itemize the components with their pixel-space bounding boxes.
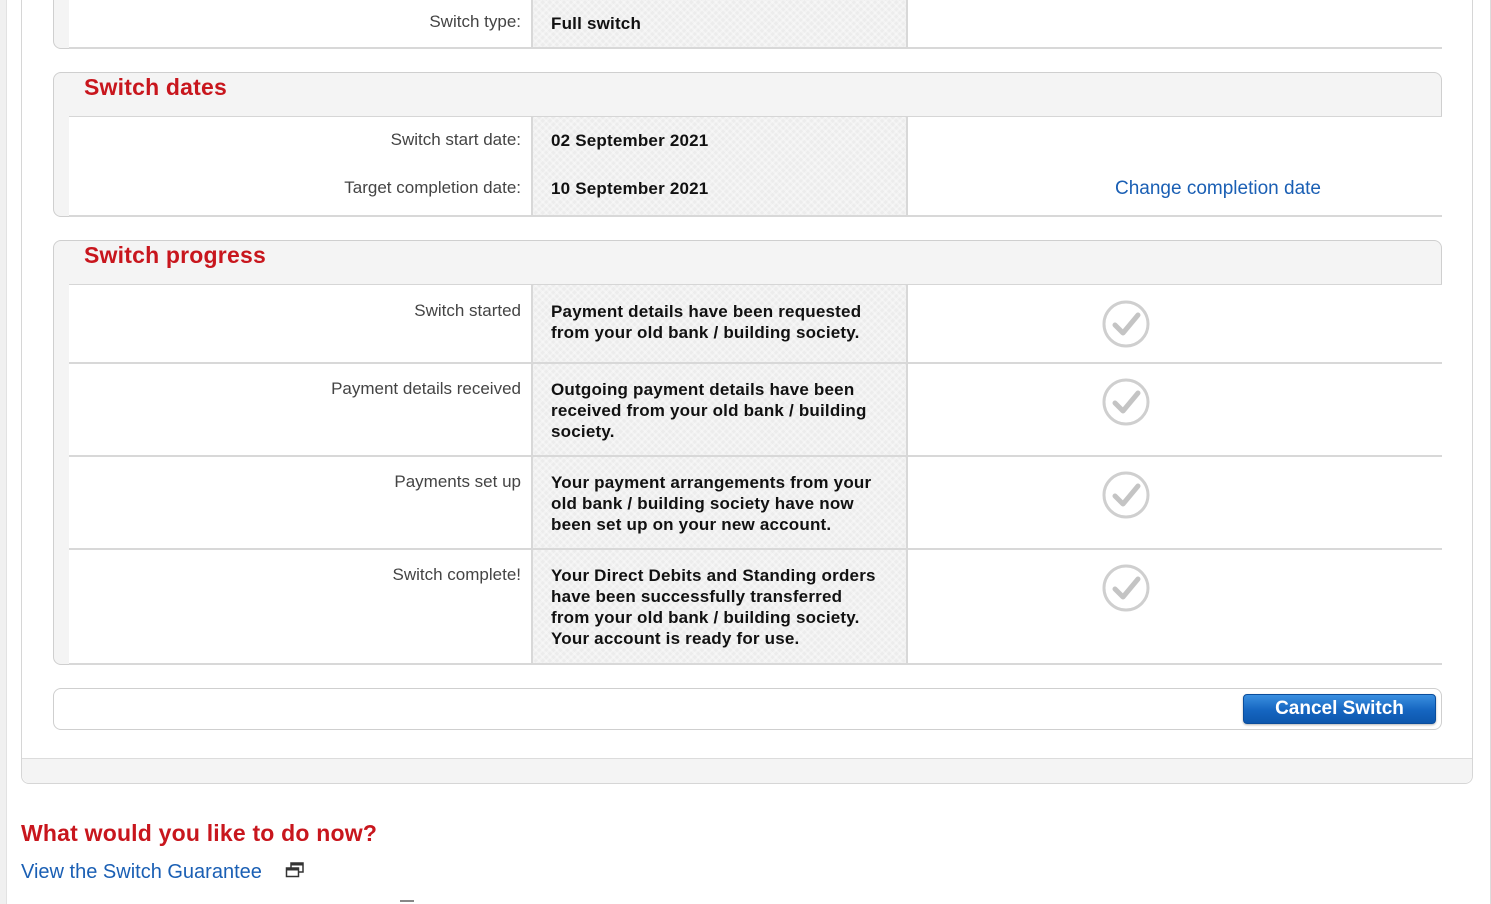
description-line: from your old bank / building society. xyxy=(551,323,860,342)
progress-step: Payment details received Outgoing paymen… xyxy=(69,364,1442,457)
progress-step-status xyxy=(908,457,1442,548)
progress-step-description: Payment details have been requested from… xyxy=(531,285,908,362)
progress-step: Switch complete! Your Direct Debits and … xyxy=(69,550,1442,665)
switch-type-row: Switch type: Full switch xyxy=(69,0,1442,49)
switch-progress-title: Switch progress xyxy=(84,242,266,268)
description-line: society. xyxy=(551,422,615,441)
progress-step-label: Payments set up xyxy=(394,472,521,491)
new-window-icon[interactable] xyxy=(285,862,305,878)
description-line: Your payment arrangements from your xyxy=(551,473,872,492)
description-line: been set up on your new account. xyxy=(551,515,832,534)
checkmark-circle-icon xyxy=(1102,300,1150,348)
progress-step-status xyxy=(908,550,1442,663)
switch-dates-extra: Change completion date xyxy=(908,117,1442,215)
progress-step: Payments set up Your payment arrangement… xyxy=(69,457,1442,550)
switch-dates-labels: Switch start date: Target completion dat… xyxy=(69,117,531,215)
description-line: Outgoing payment details have been xyxy=(551,380,855,399)
left-edge xyxy=(0,0,7,904)
switch-type-value: Full switch xyxy=(531,0,908,47)
switch-dates-row: Switch start date: Target completion dat… xyxy=(69,117,1442,217)
description-line: from your old bank / building society. xyxy=(551,608,860,627)
description-line: Your Direct Debits and Standing orders xyxy=(551,566,876,585)
switch-progress-body: Switch started Payment details have been… xyxy=(69,284,1442,665)
progress-step-label: Payment details received xyxy=(331,379,521,398)
progress-step-description: Your payment arrangements from your old … xyxy=(531,457,908,548)
description-line: have been successfully transferred xyxy=(551,587,843,606)
switch-progress-section: Switch progress Switch started Payment d… xyxy=(53,240,1442,665)
progress-step-label: Switch complete! xyxy=(392,565,522,584)
panel-footer xyxy=(22,758,1472,783)
description-line: Your account is ready for use. xyxy=(551,629,800,648)
description-line: Payment details have been requested xyxy=(551,302,862,321)
progress-step-status xyxy=(908,364,1442,455)
progress-step-status xyxy=(908,285,1442,362)
page: Switch type: Full switch Switch dates Sw… xyxy=(0,0,1491,904)
switch-start-date-value: 02 September 2021 xyxy=(551,131,709,150)
target-completion-date-value: 10 September 2021 xyxy=(551,179,709,198)
progress-step: Switch started Payment details have been… xyxy=(69,285,1442,364)
description-line: old bank / building society have now xyxy=(551,494,854,513)
next-steps-title: What would you like to do now? xyxy=(21,820,378,846)
switch-dates-body: Switch start date: Target completion dat… xyxy=(69,116,1442,217)
switch-start-date-label: Switch start date: xyxy=(390,130,521,149)
action-bar: Cancel Switch xyxy=(53,688,1442,730)
switch-type-label: Switch type: xyxy=(429,12,521,31)
switch-dates-title: Switch dates xyxy=(84,74,227,100)
progress-step-label: Switch started xyxy=(414,301,521,320)
switch-guarantee-link[interactable]: View the Switch Guarantee xyxy=(21,861,262,884)
cancel-switch-button[interactable]: Cancel Switch xyxy=(1243,694,1436,724)
scroll-marker xyxy=(400,900,414,902)
target-completion-date-label: Target completion date: xyxy=(344,178,521,197)
switch-type-body: Switch type: Full switch xyxy=(69,0,1442,49)
checkmark-circle-icon xyxy=(1102,471,1150,519)
progress-step-description: Your Direct Debits and Standing orders h… xyxy=(531,550,908,663)
checkmark-circle-icon xyxy=(1102,564,1150,612)
description-line: received from your old bank / building xyxy=(551,401,867,420)
switch-dates-values: 02 September 2021 10 September 2021 xyxy=(531,117,908,215)
progress-step-description: Outgoing payment details have been recei… xyxy=(531,364,908,455)
change-completion-date-link[interactable]: Change completion date xyxy=(1115,178,1321,200)
switch-type-extra xyxy=(908,0,1442,47)
checkmark-circle-icon xyxy=(1102,378,1150,426)
switch-dates-section: Switch dates Switch start date: Target c… xyxy=(53,72,1442,217)
switch-type-section: Switch type: Full switch xyxy=(53,0,1442,49)
